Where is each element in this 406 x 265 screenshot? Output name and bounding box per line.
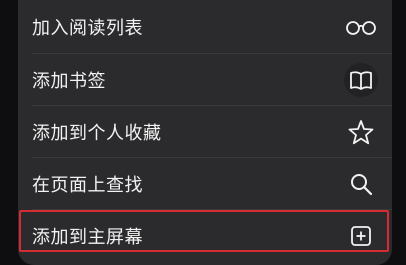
star-icon xyxy=(344,115,378,149)
menu-item-label: 添加书签 xyxy=(32,70,106,92)
plus-square-icon xyxy=(344,219,378,253)
menu-item-add-to-home-screen[interactable]: 添加到主屏幕 xyxy=(18,210,392,261)
menu-item-find-on-page[interactable]: 在页面上查找 xyxy=(18,158,392,209)
open-book-icon xyxy=(344,62,378,97)
menu-item-label: 加入阅读列表 xyxy=(32,17,143,39)
menu-item-add-to-reading-list[interactable]: 加入阅读列表 xyxy=(18,0,392,53)
search-icon xyxy=(344,167,378,201)
menu-item-label: 在页面上查找 xyxy=(32,174,143,196)
reading-glasses-icon xyxy=(344,10,378,44)
menu-item-label: 添加到主屏幕 xyxy=(32,226,143,248)
menu-item-add-to-favorites[interactable]: 添加到个人收藏 xyxy=(18,106,392,157)
menu-item-add-bookmark[interactable]: 添加书签 xyxy=(18,54,392,105)
share-action-menu: 加入阅读列表 添加书签 添加到个人收藏 在页面上查找 添加到主屏幕 xyxy=(18,0,392,265)
menu-item-label: 添加到个人收藏 xyxy=(32,122,162,144)
